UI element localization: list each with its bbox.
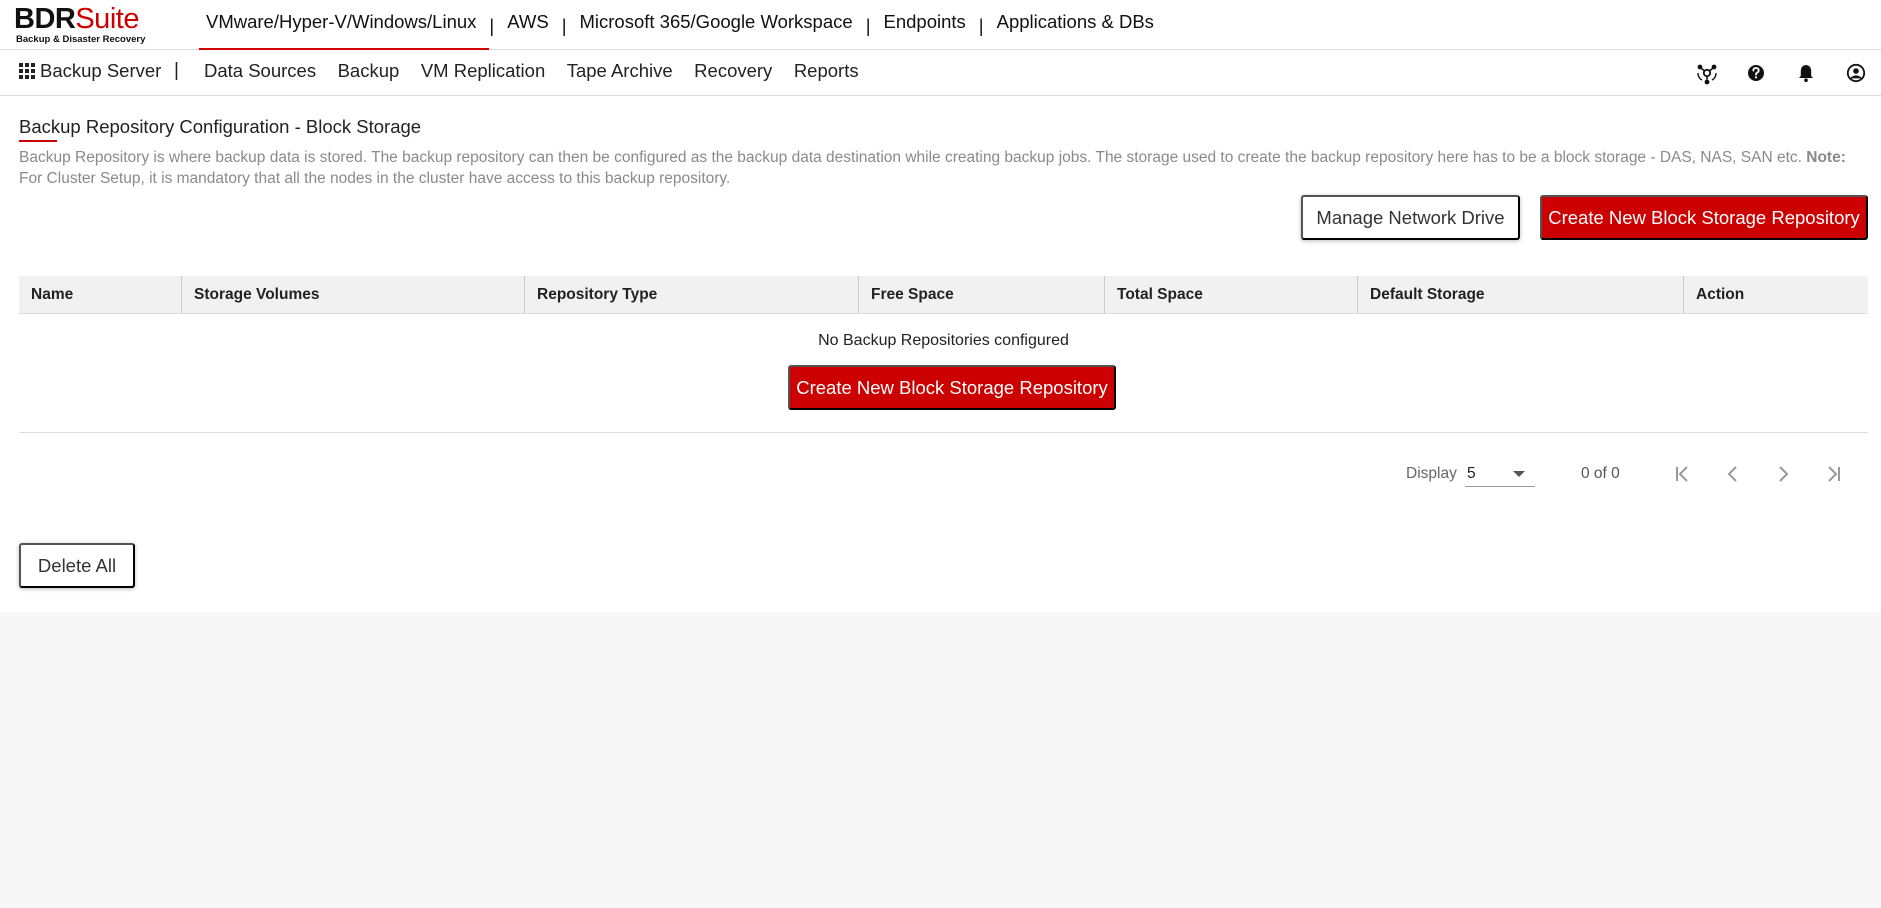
logo-tagline: Backup & Disaster Recovery — [16, 34, 146, 45]
apps-grid-icon — [19, 62, 36, 80]
main-menu: Data Sources Backup VM Replication Tape … — [204, 59, 880, 83]
menu-item-data-sources[interactable]: Data Sources — [204, 59, 316, 83]
cluster-icon — [1697, 64, 1717, 85]
last-page-button[interactable] — [1818, 459, 1848, 489]
note-label: Note: — [1806, 149, 1846, 166]
top-product-bar: BDRSuite Backup & Disaster Recovery VMwa… — [0, 0, 1881, 50]
subnav-separator: | — [174, 60, 179, 81]
column-header-action: Action — [1696, 286, 1745, 303]
next-page-button[interactable] — [1768, 459, 1798, 489]
description-text: Backup Repository is where backup data i… — [19, 149, 1807, 166]
pagination: Display 5 0 of 0 — [1406, 457, 1876, 491]
first-page-icon — [1676, 466, 1688, 482]
apps-menu-button[interactable]: Backup Server — [19, 59, 161, 83]
column-header-name[interactable]: Name — [19, 276, 182, 313]
logo-wordmark-left: BDR — [14, 3, 76, 35]
header-icons — [1680, 60, 1880, 86]
menu-item-recovery[interactable]: Recovery — [694, 59, 772, 83]
column-header-repository-type[interactable]: Repository Type — [525, 276, 859, 313]
menu-item-vm-replication[interactable]: VM Replication — [421, 59, 545, 83]
page-size-label: Display — [1406, 465, 1457, 482]
logo-wordmark: BDRSuite — [14, 4, 145, 34]
product-tab-aws[interactable]: AWS — [501, 0, 554, 50]
bell-icon — [1799, 65, 1813, 82]
table-divider — [19, 432, 1868, 433]
product-nav-separator: | — [978, 14, 984, 36]
secondary-nav: Backup Server | Data Sources Backup VM R… — [0, 50, 1881, 96]
empty-table-message: No Backup Repositories configured — [818, 332, 1069, 349]
column-header-free-space[interactable]: Free Space — [859, 276, 1105, 313]
page-description: Backup Repository is where backup data i… — [19, 147, 1869, 189]
manage-network-drive-button[interactable]: Manage Network Drive — [1301, 195, 1520, 240]
menu-item-backup[interactable]: Backup — [338, 59, 400, 83]
app-root: BDRSuite Backup & Disaster Recovery VMwa… — [0, 0, 1881, 908]
title-underline — [19, 140, 57, 142]
column-header-default-storage[interactable]: Default Storage — [1358, 276, 1684, 313]
table-header: Name Storage Volumes Repository Type Fre… — [19, 276, 1868, 314]
user-profile-button[interactable] — [1830, 60, 1880, 86]
logo-wordmark-right: Suite — [75, 3, 139, 35]
repository-table: Name Storage Volumes Repository Type Fre… — [19, 276, 1868, 410]
bdrsuite-logo[interactable]: BDRSuite Backup & Disaster Recovery — [14, 4, 145, 45]
menu-item-tape-archive[interactable]: Tape Archive — [567, 59, 673, 83]
last-page-icon — [1828, 466, 1840, 482]
apps-label: Backup Server — [40, 60, 162, 81]
product-nav-separator: | — [561, 14, 567, 36]
product-tab-microsoft365[interactable]: Microsoft 365/Google Workspace — [574, 0, 859, 50]
column-header-total-space[interactable]: Total Space — [1105, 276, 1358, 313]
page-count: 0 of 0 — [1581, 465, 1620, 482]
first-page-button[interactable] — [1668, 459, 1698, 489]
product-nav-separator: | — [489, 14, 495, 36]
delete-all-button[interactable]: Delete All — [19, 543, 135, 588]
chevron-right-icon — [1779, 466, 1789, 482]
page-background — [0, 612, 1881, 908]
column-header-storage-volumes[interactable]: Storage Volumes — [182, 276, 525, 313]
page-size-select[interactable]: 5 — [1465, 461, 1535, 487]
page-size-value: 5 — [1467, 465, 1476, 482]
empty-create-repository-button[interactable]: Create New Block Storage Repository — [788, 365, 1116, 410]
menu-item-reports[interactable]: Reports — [794, 59, 859, 83]
chevron-left-icon — [1727, 466, 1737, 482]
notifications-button[interactable] — [1780, 60, 1830, 86]
help-button[interactable] — [1730, 60, 1780, 86]
product-nav: VMware/Hyper-V/Windows/Linux | AWS | Mic… — [198, 0, 1160, 50]
cluster-button[interactable] — [1680, 60, 1730, 86]
main-content: Backup Repository Configuration - Block … — [0, 96, 1881, 612]
product-tab-applications[interactable]: Applications & DBs — [991, 0, 1160, 50]
product-tab-vmware[interactable]: VMware/Hyper-V/Windows/Linux — [198, 0, 490, 50]
create-repository-button[interactable]: Create New Block Storage Repository — [1540, 195, 1868, 240]
previous-page-button[interactable] — [1718, 459, 1748, 489]
note-text: For Cluster Setup, it is mandatory that … — [19, 170, 731, 187]
user-icon — [1846, 63, 1866, 83]
caret-down-icon — [1513, 471, 1525, 477]
product-tab-endpoints[interactable]: Endpoints — [878, 0, 972, 50]
help-icon — [1748, 65, 1764, 81]
page-title: Backup Repository Configuration - Block … — [19, 116, 422, 137]
product-nav-separator: | — [865, 14, 871, 36]
